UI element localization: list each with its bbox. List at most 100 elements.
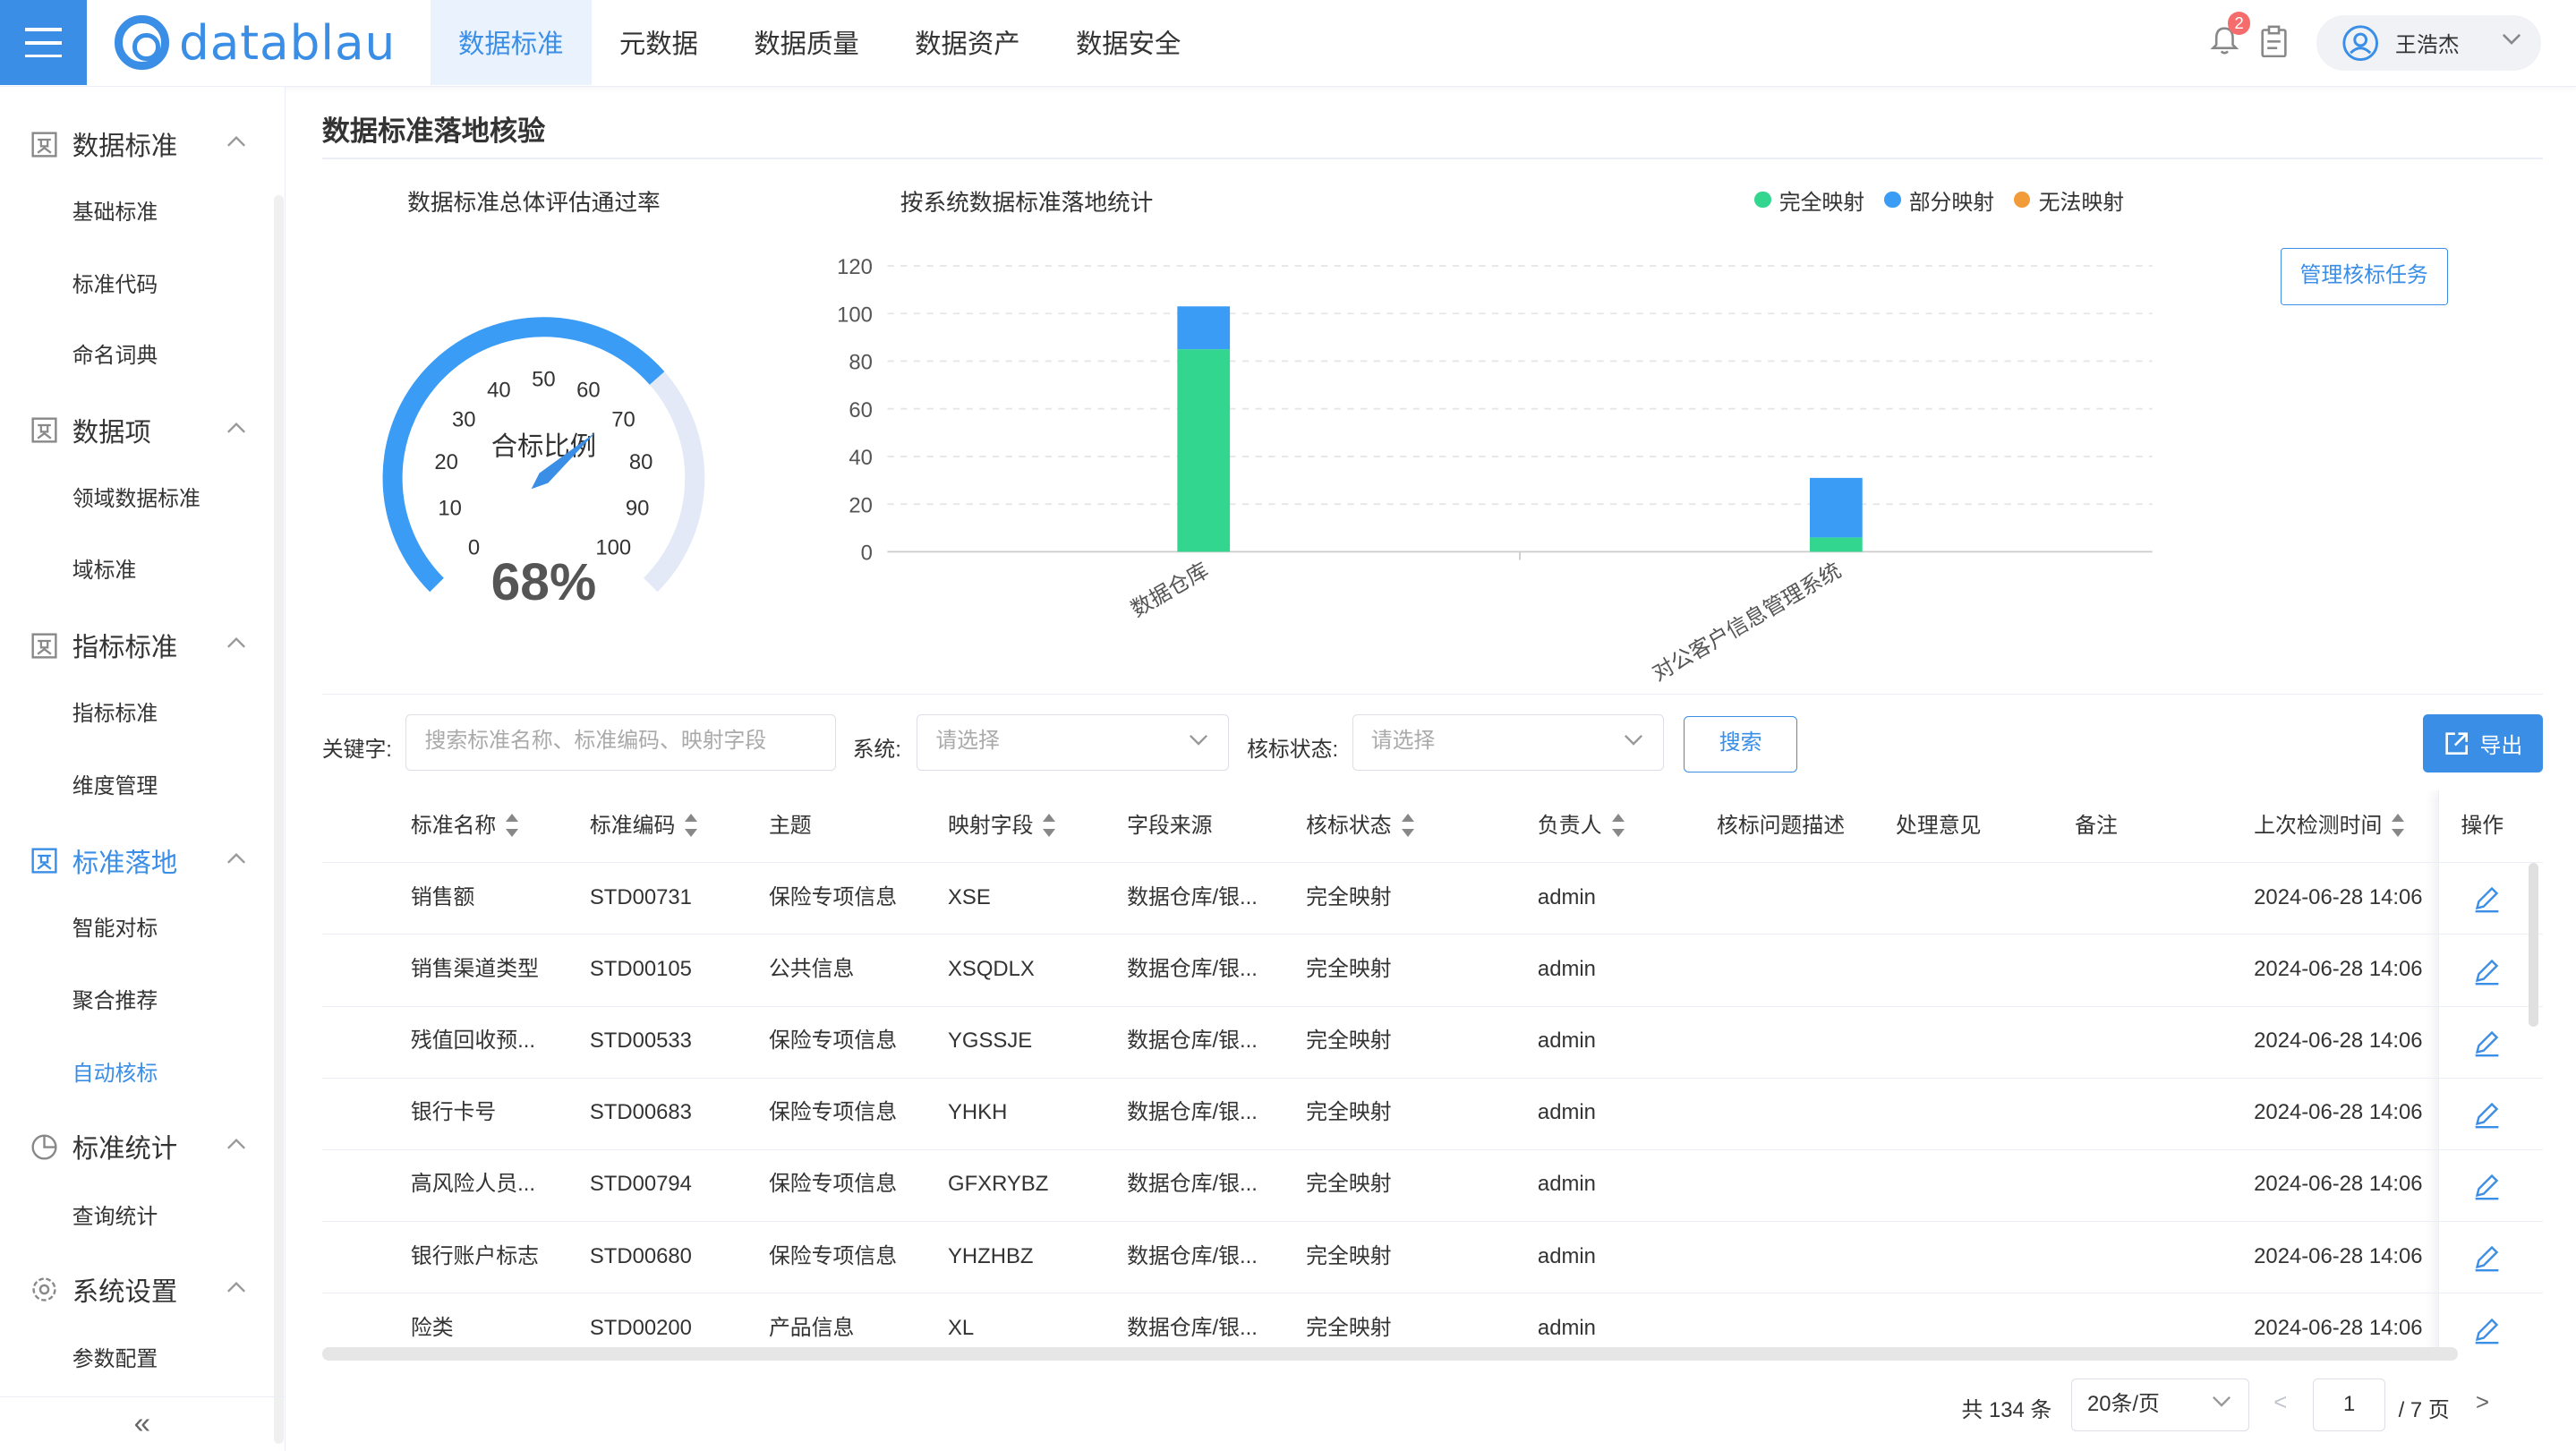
sort-icon[interactable] [1611,813,1625,837]
sidebar-item[interactable]: 标准代码 [73,269,158,303]
legend-item[interactable]: 无法映射 [2014,184,2124,216]
chevron-up-icon [227,422,246,433]
sort-icon[interactable] [685,813,698,837]
sidebar-group[interactable]: 标准统计 [0,1114,271,1179]
table-cell: 数据仓库/银... [1127,1243,1258,1268]
edit-icon[interactable] [2472,1099,2502,1129]
sort-icon[interactable] [1401,813,1415,837]
manage-task-button[interactable]: 管理核标任务 [2280,248,2448,306]
gauge-value: 68% [491,553,597,611]
edit-icon[interactable] [2472,1171,2502,1200]
bar-segment[interactable] [1177,306,1230,350]
sort-icon[interactable] [2392,813,2405,837]
table-cell: XL [948,1315,975,1340]
table-cell: 残值回收预... [410,1028,536,1053]
column-header[interactable]: 核标状态 [1306,790,1414,863]
sidebar-item[interactable]: 命名词典 [73,340,158,373]
prev-page-button[interactable]: < [2273,1390,2287,1416]
sort-icon[interactable] [506,813,519,837]
nav-tab[interactable]: 数据安全 [1048,0,1209,85]
sidebar-group[interactable]: 数据标准 [0,112,271,177]
page-count: / 7 页 [2398,1397,2450,1422]
sidebar-group[interactable]: 数据项 [0,397,271,463]
legend-item[interactable]: 完全映射 [1754,184,1864,216]
column-header-label: 操作 [2461,813,2504,838]
column-header[interactable]: 上次检测时间 [2254,790,2405,863]
column-header-label: 标准编码 [589,813,676,838]
sidebar-group[interactable]: 指标标准 [0,613,271,679]
sidebar-item[interactable]: 域标准 [73,555,137,588]
column-header-label: 上次检测时间 [2254,813,2383,838]
table-cell: 完全映射 [1306,1028,1392,1053]
bar-segment[interactable] [1177,349,1230,552]
legend-item[interactable]: 部分映射 [1884,184,1994,216]
column-header[interactable]: 映射字段 [948,790,1056,863]
nav-tab[interactable]: 数据质量 [726,0,887,85]
sidebar-group-label: 指标标准 [72,633,178,663]
menu-icon[interactable] [0,0,88,86]
table-cell: 产品信息 [768,1315,855,1340]
nav-tab[interactable]: 数据资产 [887,0,1048,85]
sidebar-item[interactable]: 领域数据标准 [73,483,200,516]
page-number-input[interactable]: 1 [2313,1378,2385,1431]
sort-icon[interactable] [1043,813,1056,837]
table-vertical-scrollbar[interactable] [2528,862,2538,1028]
sidebar-item[interactable]: 指标标准 [73,698,158,731]
table-row[interactable]: 银行账户标志 STD00680 保险专项信息 YHZHBZ 数据仓库/银... 完全映射 a… [321,1222,2544,1294]
table-row[interactable]: 险类 STD00200 产品信息 XL 数据仓库/银... 完全映射 admin 2024-0… [322,1293,2543,1354]
pass-rate-gauge: 010203040 50 60708090100合标比例68% [382,317,705,611]
column-header[interactable]: 负责人 [1538,790,1625,863]
table-cell: 数据仓库/银... [1127,1315,1258,1340]
next-page-button[interactable]: > [2476,1390,2489,1416]
column-header[interactable]: 标准编码 [590,790,698,863]
sidebar-item[interactable]: 基础标准 [73,197,158,230]
table-row[interactable]: 高风险人员... STD00794 保险专项信息 GFXRYBZ 数据仓库/银... 完全… [321,1149,2544,1223]
table-cell: STD00105 [589,956,692,981]
top-bar: datablau 数据标准 元数据 数据质量 数据资产 数据安全 2 王浩杰 [0,0,2576,88]
sidebar-group[interactable]: 系统设置 [0,1257,271,1322]
column-header-label: 核标状态 [1306,813,1392,838]
sidebar-item[interactable]: 参数配置 [73,1344,158,1377]
table-horizontal-scrollbar[interactable] [321,1347,2458,1361]
table-row[interactable]: 银行卡号 STD00683 保险专项信息 YHKH 数据仓库/银... 完全映射 admin… [321,1078,2544,1150]
table-cell: 保险专项信息 [768,1172,898,1197]
bar-segment[interactable] [1809,478,1863,538]
column-header[interactable]: 标准名称 [411,790,519,863]
table-cell: 数据仓库/银... [1127,1100,1258,1125]
edit-icon[interactable] [2472,1242,2502,1272]
sidebar-item[interactable]: 聚合推荐 [73,986,158,1019]
status-select[interactable]: 请选择 [1352,714,1665,771]
edit-icon[interactable] [2472,956,2502,986]
x-tick-label: 数据仓库 [1127,559,1213,622]
main-nav: 数据标准 元数据 数据质量 数据资产 数据安全 [430,0,1209,86]
export-button[interactable]: 导出 [2423,714,2544,772]
sidebar-item[interactable]: 智能对标 [73,913,158,946]
table-row[interactable]: 残值回收预... STD00533 保险专项信息 YGSSJE 数据仓库/银... 完全映… [321,1006,2544,1079]
edit-icon[interactable] [2472,1028,2502,1057]
keyword-search-input[interactable]: 搜索标准名称、标准编码、映射字段 [405,714,837,771]
table-row[interactable]: 销售渠道类型 STD00105 公共信息 XSQDLX 数据仓库/银... 完全映射 adm… [321,935,2544,1007]
edit-icon[interactable] [2472,1315,2502,1344]
sidebar-item[interactable]: 自动核标 [73,1058,158,1091]
task-clipboard-icon[interactable] [2259,25,2289,58]
sidebar-scrollbar[interactable] [273,195,284,1445]
collapse-sidebar-icon[interactable]: « [0,1396,285,1451]
user-menu[interactable]: 王浩杰 [2316,14,2542,71]
table-cell: 2024-06-28 14:06 [2254,1315,2423,1340]
landing-icon [31,848,57,874]
chevron-down-icon [2503,33,2521,45]
sidebar-item[interactable]: 查询统计 [73,1201,158,1234]
chevron-up-icon [227,1281,246,1293]
sidebar-item[interactable]: 维度管理 [73,771,158,804]
nav-tab[interactable]: 元数据 [592,0,726,85]
system-select[interactable]: 请选择 [917,714,1229,771]
sidebar-group[interactable]: 标准落地 [0,828,271,893]
nav-tab[interactable]: 数据标准 [430,0,592,86]
table-row[interactable]: 销售额 STD00731 保险专项信息 XSE 数据仓库/银... 完全映射 admin 20… [321,863,2544,935]
page-size-select[interactable]: 20条/页 [2071,1378,2249,1431]
legend-swatch [2014,191,2031,209]
bar-segment[interactable] [1809,537,1863,552]
table-cell: 数据仓库/银... [1127,956,1258,981]
search-button[interactable]: 搜索 [1684,716,1797,772]
edit-icon[interactable] [2472,883,2502,913]
